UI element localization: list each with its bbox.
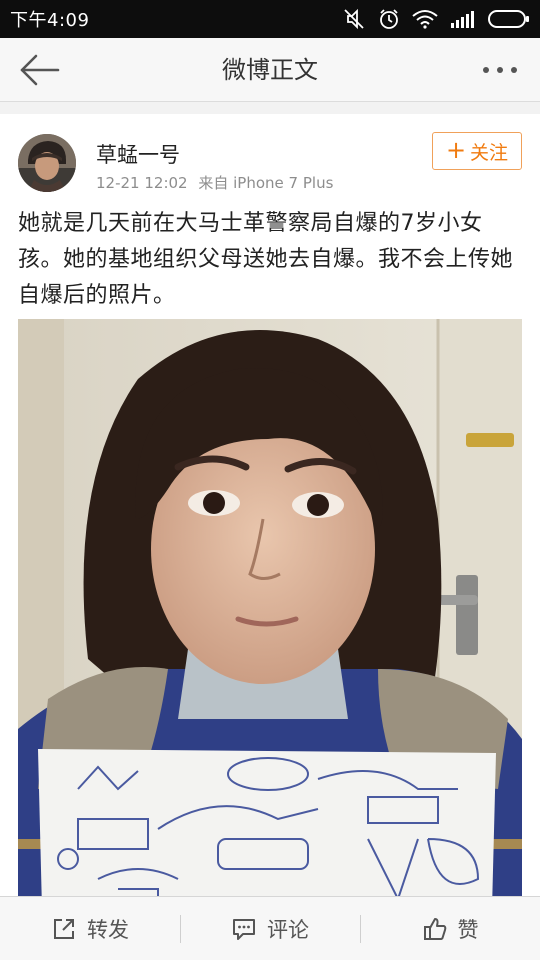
follow-button[interactable]: + 关注 [432,132,522,170]
post-card: 草蜢一号 12-21 12:02 来自 iPhone 7 Plus + 关注 她… [0,114,540,896]
repost-label: 转发 [87,917,129,942]
post-meta: 12-21 12:02 来自 iPhone 7 Plus [96,172,333,193]
like-button[interactable]: 赞 [360,897,540,960]
signal-icon [450,10,476,28]
like-label: 赞 [457,917,479,942]
follow-label: 关注 [470,141,509,164]
battery-icon [488,9,530,29]
plus-icon: + [445,136,467,164]
page-title: 微博正文 [222,56,318,84]
repost-button[interactable]: 转发 [0,897,180,960]
status-bar: 下午4:09 [0,0,540,38]
comment-label: 评论 [267,917,309,942]
avatar[interactable] [18,134,76,192]
status-time: 下午4:09 [10,10,90,31]
action-bar: 转发 评论 赞 [0,896,540,960]
more-button[interactable] [480,56,520,84]
share-icon [51,916,77,942]
thumbs-up-icon [422,916,448,942]
alarm-icon [378,8,400,30]
post-text: 她就是几天前在大马士革警察局自爆的7岁小女孩。她的基地组织父母送她去自爆。我不会… [18,211,514,308]
mute-icon [342,8,366,30]
status-icons [342,8,530,30]
username[interactable]: 草蜢一号 [96,139,180,169]
comment-icon [231,916,257,942]
nav-bar: 微博正文 [0,38,540,102]
more-dots-icon [480,67,520,88]
post-time: 12-21 12:02 [96,174,188,192]
wifi-icon [412,9,438,29]
post-photo[interactable] [18,319,522,896]
comment-button[interactable]: 评论 [180,897,360,960]
post-source: 来自 iPhone 7 Plus [198,174,334,192]
